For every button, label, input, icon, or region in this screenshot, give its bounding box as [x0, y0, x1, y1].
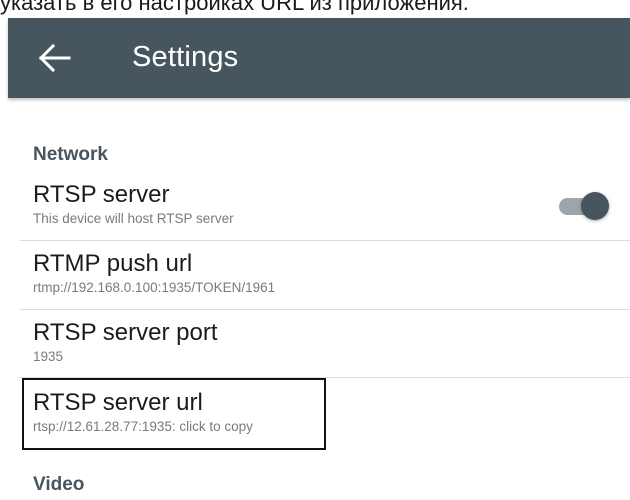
- back-arrow-icon[interactable]: [38, 42, 72, 74]
- settings-screen: указать в его настройках URL из приложен…: [0, 0, 630, 500]
- pref-summary: rtmp://192.168.0.100:1935/TOKEN/1961: [33, 280, 276, 295]
- pref-rtsp-server[interactable]: RTSP server This device will host RTSP s…: [33, 180, 613, 228]
- pref-title: RTSP server: [33, 181, 170, 208]
- pref-summary: 1935: [33, 349, 64, 364]
- switch-thumb: [581, 192, 609, 220]
- section-header-video: Video: [33, 474, 85, 495]
- pref-rtsp-server-port[interactable]: RTSP server port 1935: [33, 318, 613, 366]
- highlight-box: [22, 378, 326, 450]
- app-bar: Settings: [8, 18, 630, 98]
- pref-summary: This device will host RTSP server: [33, 211, 234, 226]
- page-title: Settings: [132, 41, 239, 73]
- caption-text: указать в его настройках URL из приложен…: [0, 0, 469, 15]
- section-header-network: Network: [33, 144, 108, 165]
- pref-rtmp-push-url[interactable]: RTMP push url rtmp://192.168.0.100:1935/…: [33, 249, 613, 297]
- rtsp-server-switch[interactable]: [559, 192, 611, 220]
- divider: [20, 309, 630, 310]
- pref-title: RTSP server port: [33, 319, 218, 346]
- divider: [20, 240, 630, 241]
- pref-title: RTMP push url: [33, 250, 193, 277]
